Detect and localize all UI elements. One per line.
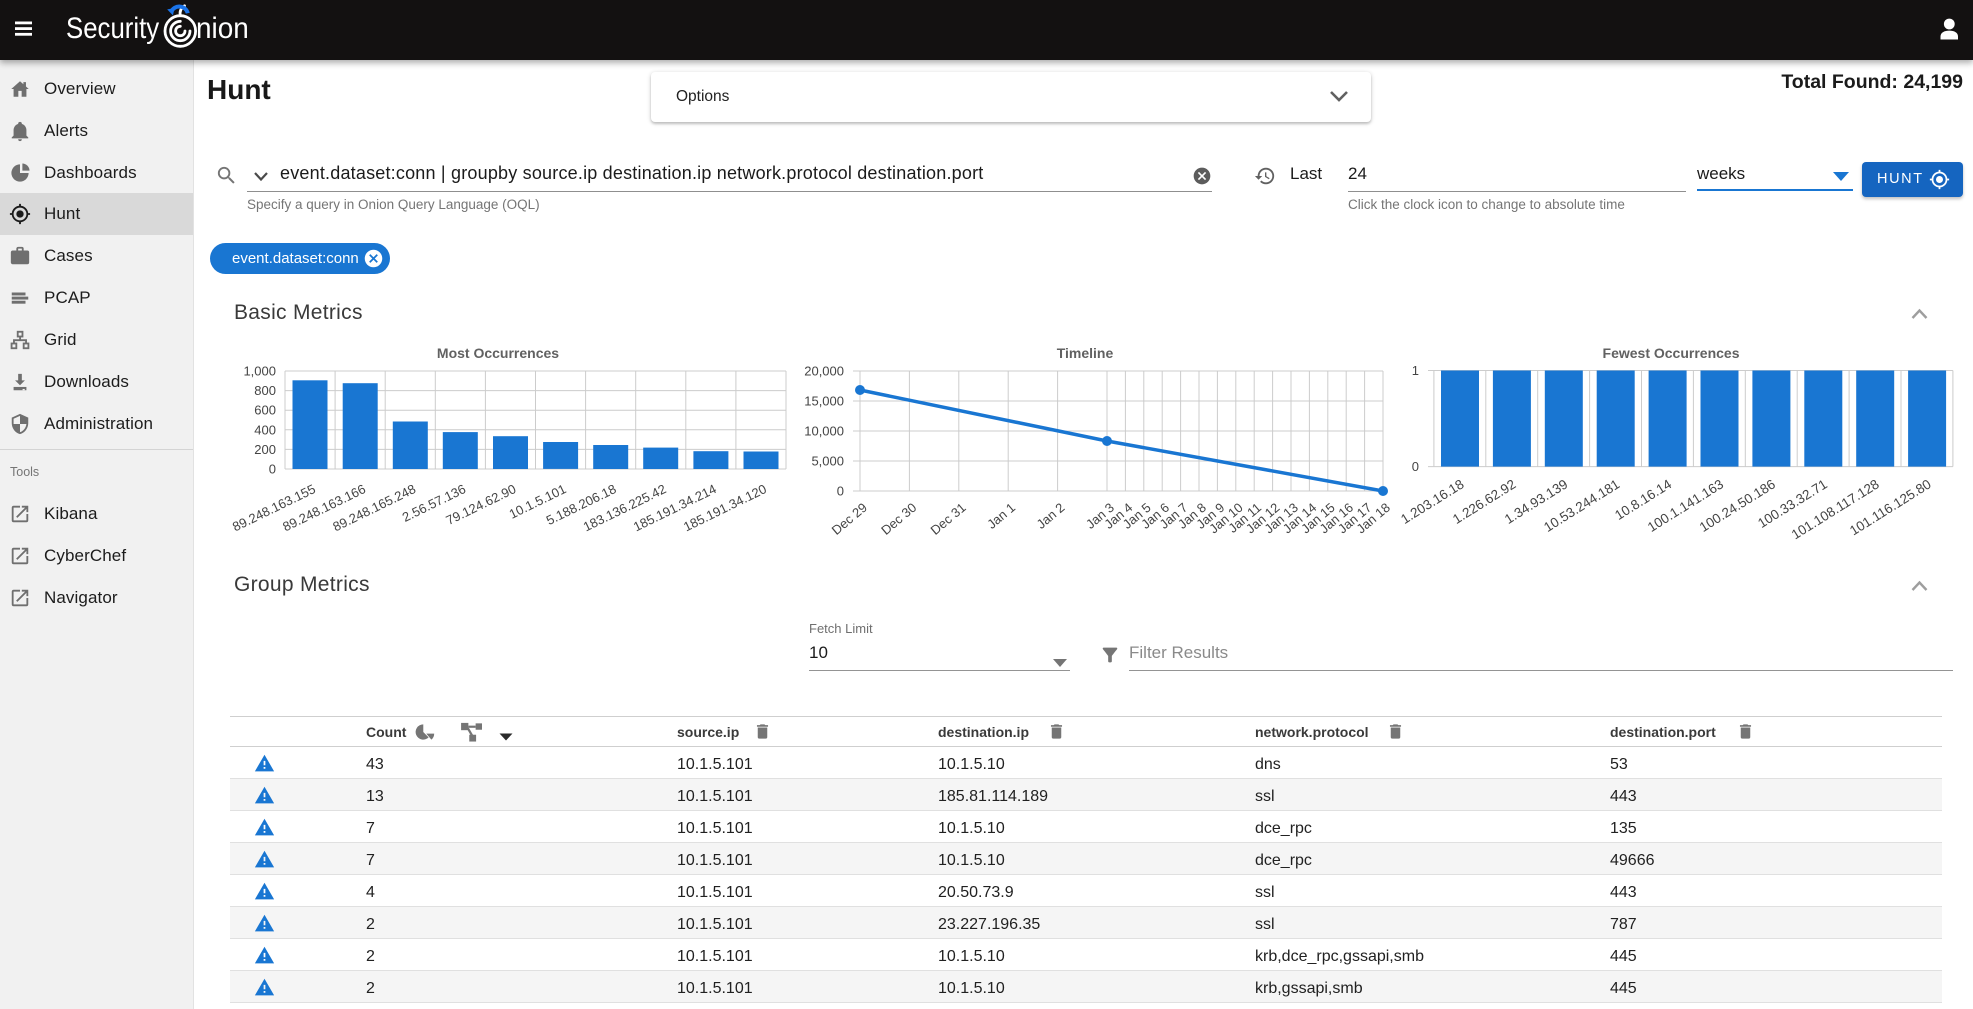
svg-text:1: 1: [1412, 363, 1419, 378]
svg-text:1,000: 1,000: [243, 364, 276, 379]
svg-text:10,000: 10,000: [804, 424, 844, 439]
svg-text:Jan 2: Jan 2: [1034, 500, 1068, 532]
svg-text:Jan 1: Jan 1: [984, 500, 1018, 532]
svg-text:Timeline: Timeline: [1057, 345, 1114, 361]
svg-text:101.108.117.128: 101.108.117.128: [1789, 476, 1882, 542]
svg-text:400: 400: [254, 422, 276, 437]
svg-text:89.248.163.155: 89.248.163.155: [230, 481, 318, 534]
svg-text:600: 600: [254, 403, 276, 418]
svg-text:Fewest Occurrences: Fewest Occurrences: [1603, 345, 1740, 361]
svg-text:800: 800: [254, 383, 276, 398]
svg-text:0: 0: [269, 462, 276, 477]
svg-text:Dec 31: Dec 31: [928, 500, 969, 538]
svg-text:15,000: 15,000: [804, 394, 844, 409]
svg-text:Dec 29: Dec 29: [829, 500, 870, 538]
svg-text:200: 200: [254, 442, 276, 457]
svg-text:Most Occurrences: Most Occurrences: [437, 345, 559, 361]
svg-text:5,000: 5,000: [811, 454, 844, 469]
svg-text:0: 0: [837, 484, 844, 499]
svg-text:Dec 30: Dec 30: [878, 500, 919, 538]
svg-text:20,000: 20,000: [804, 364, 844, 379]
svg-text:0: 0: [1412, 459, 1419, 474]
